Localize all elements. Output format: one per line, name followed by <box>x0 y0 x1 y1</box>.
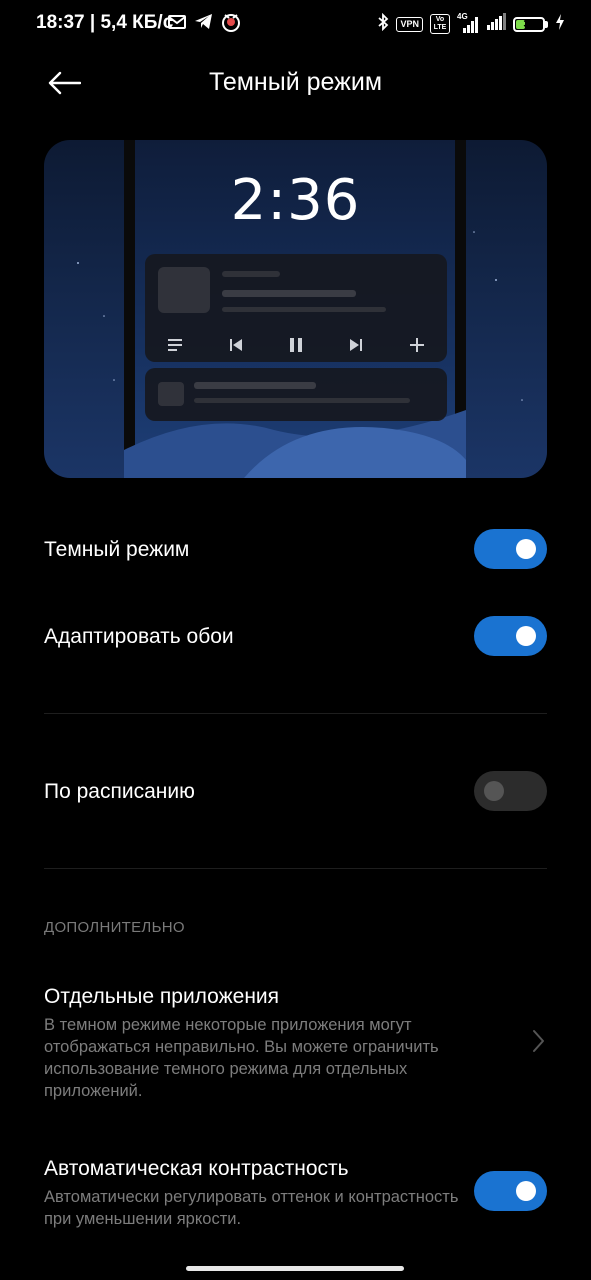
divider <box>44 713 547 714</box>
toggle-knob <box>484 781 504 801</box>
preview-media-controls <box>145 336 447 358</box>
home-indicator[interactable] <box>186 1266 404 1271</box>
battery-level: 36 <box>523 18 535 30</box>
separate-apps-description: В темном режиме некоторые приложения мог… <box>44 1016 439 1100</box>
divider <box>44 868 547 869</box>
adapt-wallpaper-label: Адаптировать обои <box>44 625 234 648</box>
auto-contrast-description: Автоматически регулировать оттенок и кон… <box>44 1188 459 1228</box>
pause-icon <box>285 337 307 357</box>
dark-mode-preview: 2:36 <box>44 140 547 478</box>
volte-badge: Vo LTE <box>430 14 450 34</box>
next-icon <box>345 338 367 356</box>
telegram-icon <box>194 13 213 35</box>
vpn-badge: VPN <box>396 16 423 32</box>
chevron-right-icon <box>527 1028 547 1054</box>
preview-notification-media <box>145 254 447 362</box>
toggle-knob <box>516 1181 536 1201</box>
auto-contrast-toggle[interactable] <box>474 1171 547 1211</box>
dark-mode-toggle[interactable] <box>474 529 547 569</box>
dark-mode-label: Темный режим <box>44 538 190 561</box>
auto-contrast-title: Автоматическая контрастность <box>44 1157 349 1180</box>
status-bar: 18:37 | 5,4 КБ/с VPN Vo LTE 4G 36 <box>0 0 591 50</box>
schedule-label: По расписанию <box>44 780 195 803</box>
mail-icon <box>168 14 186 34</box>
separate-apps-title: Отдельные приложения <box>44 985 280 1008</box>
schedule-toggle[interactable] <box>474 771 547 811</box>
signal-icon: 4G <box>457 12 479 34</box>
status-time: 18:37 | 5,4 КБ/с <box>36 12 174 33</box>
adapt-wallpaper-toggle[interactable] <box>474 616 547 656</box>
battery-icon: 36 <box>513 16 545 32</box>
charging-icon <box>555 13 565 35</box>
bluetooth-icon <box>377 12 389 36</box>
toggle-knob <box>516 626 536 646</box>
signal-icon <box>486 12 506 36</box>
add-icon <box>406 337 428 357</box>
preview-notification <box>145 368 447 421</box>
preview-clock: 2:36 <box>230 168 361 233</box>
app-icon <box>221 12 241 37</box>
playlist-icon <box>164 338 186 356</box>
page-title: Темный режим <box>208 68 383 96</box>
toggle-knob <box>516 539 536 559</box>
previous-icon <box>225 338 247 356</box>
separate-apps-item[interactable]: Отдельные приложения В темном режиме нек… <box>0 975 591 1110</box>
section-header-additional: ДОПОЛНИТЕЛЬНО <box>44 919 185 936</box>
